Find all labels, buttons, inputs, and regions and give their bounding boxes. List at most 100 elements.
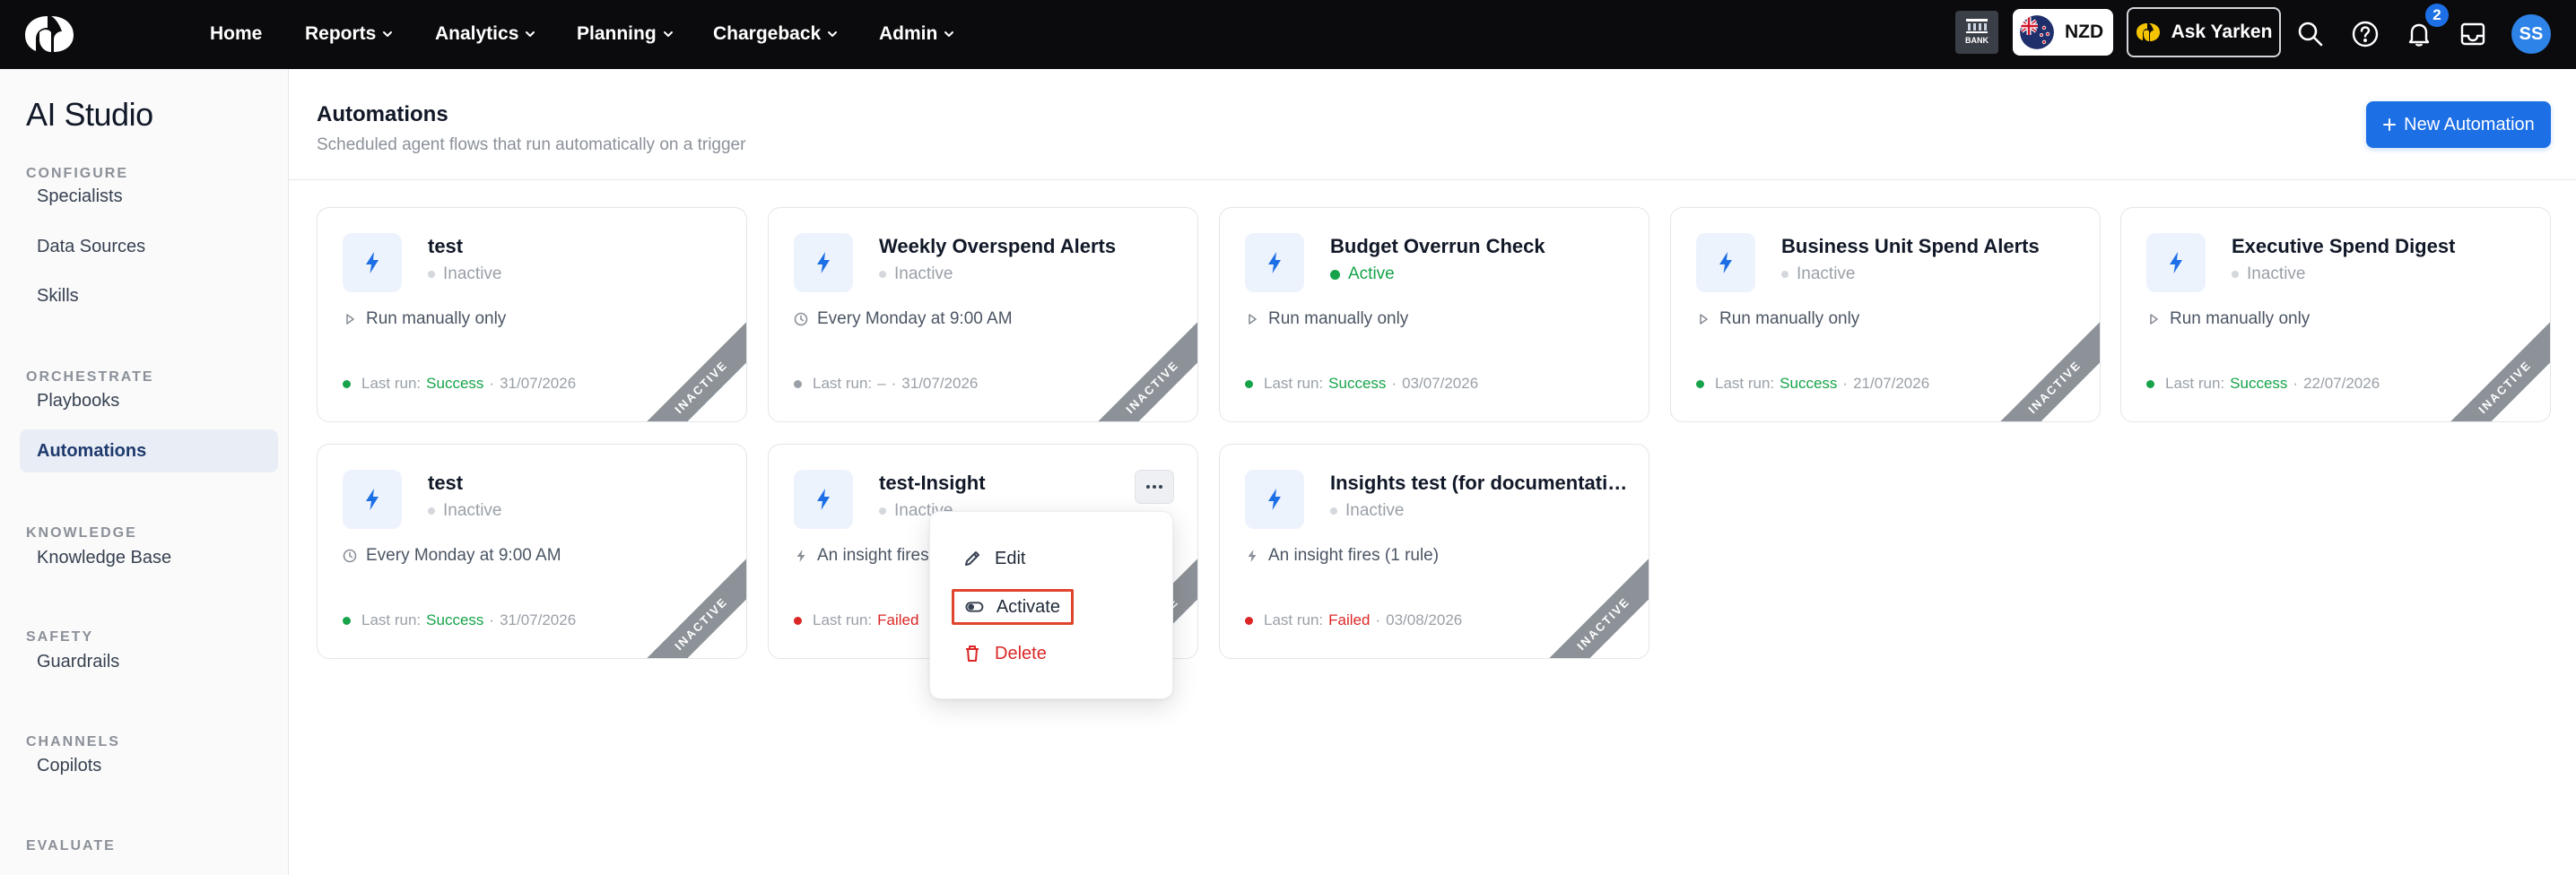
nav-analytics[interactable]: Analytics xyxy=(435,20,536,48)
automation-card[interactable]: Weekly Overspend Alerts Inactive Every Mon… xyxy=(768,207,1198,422)
sidebar-item-copilots[interactable]: Copilots xyxy=(20,744,278,787)
last-run-label: Last run: xyxy=(813,375,873,392)
trigger-description: An insight fires (1 rule) xyxy=(1245,546,1439,566)
run-status-dot xyxy=(794,616,802,625)
separator: · xyxy=(1391,375,1397,392)
lightning-bolt-icon xyxy=(366,489,379,510)
status-indicator: Inactive xyxy=(1781,264,1855,284)
currency-selector[interactable]: NZD xyxy=(2013,9,2113,56)
nav-label: Reports xyxy=(305,23,377,44)
sidebar-item-data-sources[interactable]: Data Sources xyxy=(20,225,278,268)
sidebar-section-evaluate: EVALUATE xyxy=(26,838,116,853)
last-run-info: Last run: Success · 22/07/2026 xyxy=(2146,375,2380,393)
separator: · xyxy=(489,375,495,392)
last-run-date: 31/07/2026 xyxy=(901,375,979,392)
menu-activate[interactable]: Activate xyxy=(952,589,1074,625)
card-title[interactable]: Executive Spend Digest xyxy=(2232,235,2455,258)
sidebar-item-specialists[interactable]: Specialists xyxy=(20,175,278,218)
lightning-bolt-icon xyxy=(1268,489,1281,510)
nav-home[interactable]: Home xyxy=(210,20,262,48)
sidebar-title: AI Studio xyxy=(26,96,153,133)
run-status-dot xyxy=(1245,616,1253,625)
nav-label: Analytics xyxy=(435,23,519,44)
separator: · xyxy=(1842,375,1849,392)
card-title[interactable]: test-Insight xyxy=(879,472,986,495)
card-title[interactable]: Business Unit Spend Alerts xyxy=(1781,235,2040,258)
automation-card[interactable]: Business Unit Spend Alerts Inactive Run ma… xyxy=(1670,207,2101,422)
bank-logo[interactable]: BANK xyxy=(1955,11,1998,54)
plus-icon xyxy=(2383,118,2397,131)
trigger-label: Every Monday at 9:00 AM xyxy=(366,546,561,565)
currency-label: NZD xyxy=(2065,22,2104,42)
user-avatar[interactable]: SS xyxy=(2511,14,2551,54)
status-dot xyxy=(879,507,886,515)
menu-delete[interactable]: Delete xyxy=(952,636,1057,671)
sidebar-item-playbooks[interactable]: Playbooks xyxy=(20,379,278,422)
menu-edit[interactable]: Edit xyxy=(952,541,1036,576)
automation-card[interactable]: Executive Spend Digest Inactive Run manual… xyxy=(2120,207,2551,422)
status-label: Inactive xyxy=(1345,501,1405,520)
clock-icon xyxy=(794,312,808,326)
more-actions-button[interactable] xyxy=(1135,470,1174,504)
inactive-ribbon: INACTIVE xyxy=(1078,313,1197,421)
card-title[interactable]: test xyxy=(428,235,463,258)
run-status-dot xyxy=(343,379,351,388)
status-indicator: Inactive xyxy=(428,264,501,284)
nav-planning[interactable]: Planning xyxy=(577,20,674,48)
status-indicator: Inactive xyxy=(879,264,953,284)
status-dot xyxy=(879,271,886,278)
brand-logo-icon[interactable] xyxy=(23,13,75,56)
sidebar-item-skills[interactable]: Skills xyxy=(20,274,278,317)
last-run-label: Last run: xyxy=(1264,375,1324,392)
card-title[interactable]: Weekly Overspend Alerts xyxy=(879,235,1116,258)
last-run-date: 21/07/2026 xyxy=(1853,375,1930,392)
last-run-info: Last run: Success · 31/07/2026 xyxy=(343,375,576,393)
run-status-dot xyxy=(1245,379,1253,388)
trigger-label: Run manually only xyxy=(2170,309,2311,328)
automation-card[interactable]: test Inactive Every Monday at 9:00 AM Last … xyxy=(317,444,747,659)
ask-yarken-button[interactable]: Ask Yarken xyxy=(2127,7,2281,57)
inbox-button[interactable] xyxy=(2456,17,2490,51)
automation-icon xyxy=(343,470,402,529)
trigger-label: Every Monday at 9:00 AM xyxy=(817,309,1013,328)
card-title[interactable]: Budget Overrun Check xyxy=(1330,235,1545,258)
inactive-ribbon: INACTIVE xyxy=(2431,313,2550,421)
trash-icon xyxy=(966,645,979,662)
run-status-dot xyxy=(2146,379,2154,388)
help-button[interactable] xyxy=(2348,17,2382,51)
lightning-bolt-icon xyxy=(817,252,830,273)
card-title[interactable]: Insights test (for documentation purpose… xyxy=(1330,472,1635,495)
lightning-bolt-icon xyxy=(1719,252,1732,273)
menu-edit-label: Edit xyxy=(995,548,1026,568)
nav-reports[interactable]: Reports xyxy=(305,20,394,48)
last-run-result: Success xyxy=(426,375,484,392)
sidebar-item-guardrails[interactable]: Guardrails xyxy=(20,640,278,683)
trigger-label: An insight fires (1 rule) xyxy=(1268,546,1440,565)
sidebar-item-knowledge-base[interactable]: Knowledge Base xyxy=(20,536,278,579)
automation-card[interactable]: Budget Overrun Check Active Run manually o… xyxy=(1219,207,1649,422)
last-run-date: 03/07/2026 xyxy=(1402,375,1479,392)
lightning-bolt-icon xyxy=(1268,252,1281,273)
nav-admin[interactable]: Admin xyxy=(879,20,955,48)
status-label: Inactive xyxy=(1797,264,1856,283)
automation-icon xyxy=(794,470,853,529)
menu-delete-label: Delete xyxy=(995,643,1047,663)
last-run-date: 03/08/2026 xyxy=(1386,611,1463,628)
status-dot xyxy=(1330,507,1337,515)
automation-card[interactable]: test Inactive Run manually only Last run: Su… xyxy=(317,207,747,422)
last-run-result: Failed xyxy=(1328,611,1371,628)
nav-label: Home xyxy=(210,23,263,44)
search-button[interactable] xyxy=(2293,17,2328,51)
page-title: Automations xyxy=(317,102,448,126)
separator: · xyxy=(891,375,897,392)
trigger-description: Run manually only xyxy=(2146,309,2310,329)
card-title[interactable]: test xyxy=(428,472,463,495)
nav-chargeback[interactable]: Chargeback xyxy=(713,20,839,48)
automation-card[interactable]: Insights test (for documentation purpose… xyxy=(1219,444,1649,659)
last-run-label: Last run: xyxy=(813,611,873,628)
last-run-info: Last run: Success · 31/07/2026 xyxy=(343,611,576,629)
last-run-label: Last run: xyxy=(361,375,422,392)
clock-icon xyxy=(343,549,357,563)
sidebar-item-automations[interactable]: Automations xyxy=(20,429,278,472)
new-automation-button[interactable]: New Automation xyxy=(2366,101,2551,148)
